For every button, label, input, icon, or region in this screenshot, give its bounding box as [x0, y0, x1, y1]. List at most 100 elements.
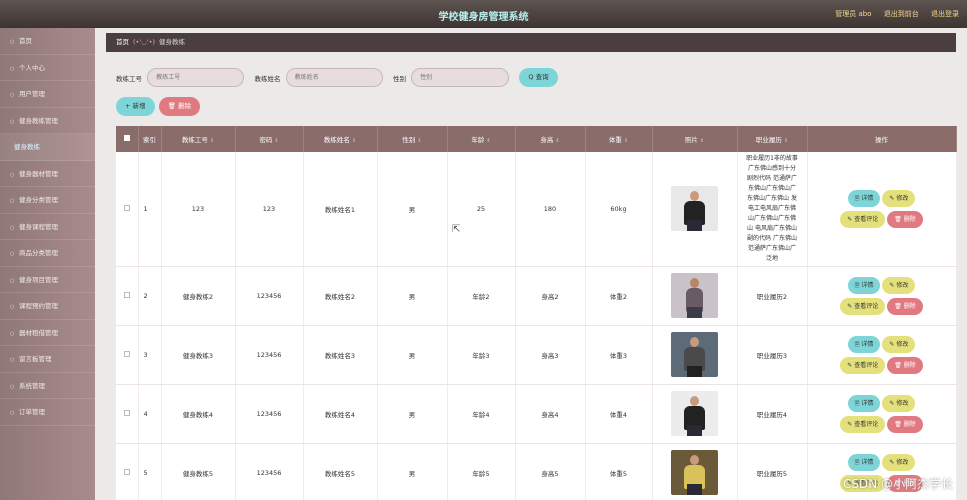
delete-button[interactable]: 🗑 删除: [887, 416, 923, 433]
sort-icon: ⇕: [417, 138, 422, 144]
table-row: 1 123 123 教练姓名1 男 25 180 60kg 职业履历1非的故事广…: [116, 152, 957, 267]
coach-photo[interactable]: [671, 331, 718, 377]
col-age[interactable]: 年龄 ⇕: [447, 126, 516, 152]
cell-index: 2: [138, 266, 162, 326]
view-reviews-button[interactable]: ✎ 查看评论: [840, 298, 886, 315]
sidebar-item-course-booking[interactable]: ○ 课程预约管理: [0, 293, 95, 320]
view-reviews-button[interactable]: ✎ 查看评论: [840, 416, 886, 433]
table-row: 2 健身教练2 123456 教练姓名2 男 年龄2 身高2 体重2 职业履历2…: [116, 266, 957, 326]
app-title: 学校健身房管理系统: [438, 12, 529, 23]
delete-button[interactable]: 🗑 删除: [887, 357, 923, 374]
cell-operations: 🗎 详情 ✎ 修改 ✎ 查看评论 🗑 删除: [807, 266, 957, 326]
edit-button[interactable]: ✎ 修改: [882, 190, 916, 207]
logout-link[interactable]: 退出登录: [931, 10, 959, 18]
top-bar: 学校健身房管理系统 管理员 abo 退出到前台 退出登录: [0, 0, 967, 28]
col-photo: 照片 ⇕: [652, 126, 738, 152]
sidebar-item-home[interactable]: ○ 首页: [0, 28, 95, 55]
sidebar-item-category[interactable]: ○ 健身分类管理: [0, 187, 95, 214]
edit-button[interactable]: ✎ 修改: [882, 336, 916, 353]
table-row: 3 健身教练3 123456 教练姓名3 男 年龄3 身高3 体重3 职业履历3…: [116, 325, 957, 385]
cell-weight: 体重5: [585, 443, 653, 500]
row-checkbox[interactable]: [116, 325, 139, 385]
exit-to-front-link[interactable]: 退出到前台: [884, 10, 919, 18]
coach-photo[interactable]: [671, 449, 718, 495]
row-checkbox[interactable]: [116, 266, 139, 326]
cell-photo: [652, 443, 738, 500]
col-password[interactable]: 密码 ⇕: [235, 126, 304, 152]
mouse-cursor-icon: ⇱: [452, 224, 461, 235]
sidebar-item-orders[interactable]: ○ 订单管理: [0, 399, 95, 426]
query-button[interactable]: Q 查询: [519, 68, 558, 87]
cell-gender: 男: [377, 266, 448, 326]
col-height[interactable]: 身高 ⇕: [515, 126, 586, 152]
row-checkbox[interactable]: [116, 152, 139, 267]
detail-button[interactable]: 🗎 详情: [847, 190, 881, 207]
coach-name-input[interactable]: [285, 68, 383, 87]
breadcrumb-home[interactable]: 首页: [116, 38, 129, 46]
gender-input[interactable]: [411, 68, 510, 87]
sidebar-item-coach-management[interactable]: ○ 健身教练管理: [0, 108, 95, 134]
main-content: 首页 (•'◡'•) 健身教练 教练工号 教练姓名 性别 Q 查询 + 新增 🗑 删…: [106, 33, 957, 500]
coach-no-input[interactable]: [147, 68, 245, 87]
sort-icon: ⇕: [623, 138, 629, 144]
sidebar-item-courses[interactable]: ○ 健身课程管理: [0, 214, 95, 240]
edit-button[interactable]: ✎ 修改: [882, 277, 916, 294]
coach-table: 索引 教练工号 ⇕ 密码 ⇕ 教练姓名 ⇕ 性别 ⇕ 年龄 ⇕ 身高 ⇕ 体重 ⇕ 照片 ⇕ 职…: [116, 126, 957, 500]
sort-icon: ⇕: [555, 138, 560, 144]
bullet-icon: ○: [10, 304, 15, 310]
cell-resume: 职业履历4: [737, 384, 808, 444]
cell-gender: 男: [377, 384, 448, 444]
coach-photo[interactable]: [671, 185, 718, 231]
cell-height: 身高2: [515, 266, 586, 326]
add-button[interactable]: + 新增: [116, 97, 155, 116]
sidebar-item-message-board[interactable]: ○ 留言板管理: [0, 346, 95, 373]
coach-photo[interactable]: [671, 272, 718, 318]
col-gender[interactable]: 性别 ⇕: [377, 126, 448, 152]
detail-button[interactable]: 🗎 详情: [847, 277, 881, 294]
table-row: 4 健身教练4 123456 教练姓名4 男 年龄4 身高4 体重4 职业履历4…: [116, 384, 957, 444]
select-all-checkbox[interactable]: [116, 126, 139, 152]
search-bar: 教练工号 教练姓名 性别 Q 查询: [116, 68, 558, 90]
cell-operations: 🗎 详情 ✎ 修改 ✎ 查看评论 🗑 删除: [807, 325, 957, 385]
view-reviews-button[interactable]: ✎ 查看评论: [840, 211, 886, 228]
sidebar-item-equipment[interactable]: ○ 健身器材管理: [0, 161, 95, 187]
col-weight[interactable]: 体重 ⇕: [585, 126, 653, 152]
sidebar-item-coach[interactable]: 健身教练: [0, 134, 95, 161]
bullet-icon: ○: [10, 171, 15, 178]
col-coach-name[interactable]: 教练姓名 ⇕: [303, 126, 378, 152]
batch-delete-button[interactable]: 🗑 删除: [158, 97, 201, 116]
detail-button[interactable]: 🗎 详情: [847, 336, 881, 353]
detail-button[interactable]: 🗎 详情: [847, 454, 881, 471]
cell-coach-name: 教练姓名2: [303, 266, 378, 326]
view-reviews-button[interactable]: ✎ 查看评论: [840, 357, 886, 374]
sidebar-item-profile[interactable]: ○ 个人中心: [0, 55, 95, 81]
edit-button[interactable]: ✎ 修改: [882, 454, 916, 471]
sidebar-item-system[interactable]: ○ 系统管理: [0, 373, 95, 399]
edit-button[interactable]: ✎ 修改: [882, 395, 916, 412]
cell-index: 3: [138, 325, 162, 385]
sidebar-item-users[interactable]: ○ 用户管理: [0, 81, 95, 108]
sort-icon: ⇕: [486, 138, 491, 144]
breadcrumb: 首页 (•'◡'•) 健身教练: [106, 33, 956, 52]
sidebar-item-equipment-rental[interactable]: ○ 器材租借管理: [0, 320, 95, 346]
sidebar-item-projects[interactable]: ○ 健身项目管理: [0, 267, 95, 293]
cell-gender: 男: [377, 152, 448, 267]
sidebar-item-product-category[interactable]: ○ 商品分类管理: [0, 240, 95, 267]
col-coach-no[interactable]: 教练工号 ⇕: [161, 126, 236, 152]
col-resume[interactable]: 职业履历 ⇕: [737, 126, 808, 152]
coach-photo[interactable]: [671, 390, 718, 436]
delete-button[interactable]: 🗑 删除: [887, 298, 923, 315]
cell-photo: [652, 152, 738, 267]
row-checkbox[interactable]: [116, 443, 139, 500]
sidebar: ○ 首页 ○ 个人中心 ○ 用户管理 ○ 健身教练管理 健身教练 ○ 健身器材管理 ○ 健身…: [0, 28, 95, 500]
watermark: CSDN @小阿杰学长: [842, 477, 953, 491]
delete-button[interactable]: 🗑 删除: [887, 211, 923, 228]
bullet-icon: ○: [10, 92, 15, 98]
sort-icon: ⇕: [209, 138, 215, 144]
detail-button[interactable]: 🗎 详情: [847, 395, 881, 412]
table-row: 5 健身教练5 123456 教练姓名5 男 年龄5 身高5 体重5 职业履历5…: [116, 443, 957, 500]
cell-password: 123456: [235, 443, 304, 500]
row-checkbox[interactable]: [116, 384, 139, 444]
sort-icon: ⇕: [351, 138, 357, 144]
cell-age: 年龄3: [447, 325, 516, 385]
